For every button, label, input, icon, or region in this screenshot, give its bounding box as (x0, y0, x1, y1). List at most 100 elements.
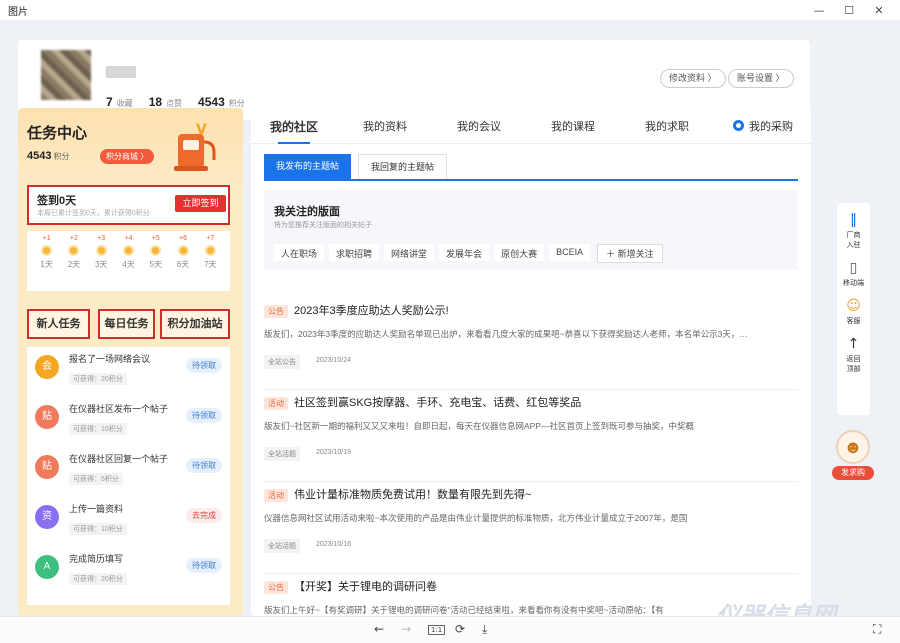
tab-my-meetings[interactable]: 我的会议 (457, 118, 501, 134)
subtab-my-posts[interactable]: 我发布的主题帖 (264, 154, 352, 179)
task-center: 任务中心 4543 积分 积分商城 〉 V 签到0天 本周已累计签到0天，累计获得… (18, 108, 243, 616)
claim-button[interactable]: 待领取 (186, 358, 222, 373)
next-button[interactable]: → (401, 622, 411, 636)
mobile-entry[interactable]: ▯ 移动端 (843, 260, 864, 289)
task-name: 上传一篇资料 (69, 504, 124, 514)
window-title: 图片 (8, 6, 28, 18)
svg-text:V: V (196, 122, 207, 138)
floating-sidebar: ‖ 厂商 入驻 ▯ 移动端 ☺ 客服 ↑ 返回 顶部 (837, 203, 870, 415)
task-item: 资 上传一篇资料 可获得：10积分 去完成 (27, 497, 230, 547)
fullscreen-button[interactable]: ⛶ (873, 622, 881, 637)
task-name: 在仪器社区回复一个帖子 (69, 454, 169, 464)
stat-points: 4543 积分 (198, 95, 245, 109)
sign-in-box: 签到0天 本周已累计签到0天，累计获得0积分 立即签到 (27, 185, 230, 225)
claim-button[interactable]: 待领取 (186, 458, 222, 473)
post-date: 2023/10/19 (316, 449, 352, 456)
service-icon: ☺ (846, 298, 861, 314)
post-item[interactable]: 活动 社区签到赢SKG按摩器、手环、充电宝、话费、红包等奖品 版友们~社区新一期… (264, 390, 798, 482)
sign-in-days-row: +1 1天 +2 2天 +3 3天 +4 4天 +5 5天 +6 6天 +7 7天 (27, 231, 230, 291)
complete-button[interactable]: 去完成 (186, 508, 222, 523)
post-title[interactable]: 【开奖】关于锂电的调研问卷 (294, 578, 437, 594)
customer-service[interactable]: ☺ 客服 (846, 298, 861, 327)
post-desc: 仪器信息网社区试用活动来啦~本次使用的产品是由伟业计量提供的标准物质，北方伟业计… (264, 513, 688, 523)
tab-newbie-tasks[interactable]: 新人任务 (27, 309, 90, 339)
coin-icon (150, 245, 162, 256)
board-tag[interactable]: BCEIA (549, 244, 591, 261)
rotate-button[interactable]: ⟳ (455, 622, 465, 636)
post-purchase-button[interactable]: ☻ 发求购 (832, 430, 874, 494)
points-balance: 4543 积分 (27, 150, 70, 162)
task-item: A 完成简历填写 可获得：20积分 待领取 (27, 547, 230, 597)
coin-icon (95, 245, 107, 256)
back-to-top[interactable]: ↑ 返回 顶部 (847, 336, 861, 375)
post-item[interactable]: 公告 2023年3季度应助达人奖励公示! 版友们，2023年3季度的应助达人奖励… (264, 298, 798, 390)
board-tag[interactable]: 求职招聘 (329, 244, 380, 261)
arrow-up-icon: ↑ (847, 336, 860, 352)
actual-size-button[interactable]: 1:1 (428, 625, 446, 635)
tab-points-station[interactable]: 积分加油站 (160, 309, 230, 339)
post-item[interactable]: 活动 伟业计量标准物质免费试用！数量有限先到先得~ 仪器信息网社区试用活动来啦~… (264, 482, 798, 574)
task-reward: 可获得：5积分 (69, 473, 123, 485)
post-category: 全站活题 (264, 539, 300, 553)
points-mall-button[interactable]: 积分商城 〉 (100, 149, 155, 164)
post-badge: 公告 (264, 305, 288, 318)
tab-my-jobs[interactable]: 我的求职 (645, 118, 689, 134)
vendor-entry[interactable]: ‖ 厂商 入驻 (847, 212, 861, 251)
account-settings-button[interactable]: 账号设置 〉 (728, 69, 794, 88)
task-center-title: 任务中心 (27, 125, 88, 142)
sign-in-days: 签到0天 (37, 195, 77, 207)
board-tag[interactable]: 网络讲堂 (384, 244, 435, 261)
coin-icon (41, 245, 53, 256)
post-title[interactable]: 2023年3季度应助达人奖励公示! (294, 302, 449, 318)
tab-daily-tasks[interactable]: 每日任务 (98, 309, 155, 339)
task-reward: 可获得：20积分 (69, 373, 127, 385)
previous-button[interactable]: ← (374, 622, 384, 636)
claim-button[interactable]: 待领取 (186, 558, 222, 573)
post-desc: 版友们~社区新一期的福利又又又来啦！自即日起，每天在仪器信息网APP—社区首页上… (264, 421, 694, 431)
task-name: 完成简历填写 (69, 554, 124, 564)
board-tag[interactable]: 人在职场 (274, 244, 325, 261)
reply-icon: 贴 (35, 455, 59, 479)
task-name: 报名了一场网络会议 (69, 354, 151, 364)
post-date: 2023/10/24 (316, 357, 352, 364)
username-placeholder (106, 66, 136, 78)
minimize-button[interactable]: — (804, 4, 834, 17)
window-titlebar: 图片 — ☐ ✕ (0, 0, 900, 20)
close-button[interactable]: ✕ (864, 4, 894, 17)
task-list: 会 报名了一场网络会议 可获得：20积分 待领取 贴 在仪器社区发布一个帖子 可… (27, 347, 230, 605)
gas-pump-illustration-icon: V (174, 122, 216, 171)
tab-my-purchases[interactable]: 我的采购 (733, 118, 793, 134)
followed-boards: 我关注的版面 将为您推荐关注版面的相关帖子 人在职场 求职招聘 网络讲堂 发展年… (264, 190, 798, 270)
post-title[interactable]: 伟业计量标准物质免费试用！数量有限先到先得~ (294, 486, 531, 502)
task-item: 会 报名了一场网络会议 可获得：20积分 待领取 (27, 347, 230, 397)
edit-profile-button[interactable]: 修改资料 〉 (660, 69, 726, 88)
task-reward: 可获得：10积分 (69, 423, 127, 435)
tab-my-courses[interactable]: 我的课程 (551, 118, 595, 134)
download-button[interactable]: ⤓ (482, 622, 487, 637)
day-4: +4 4天 (122, 235, 135, 269)
image-viewer: 7 收藏 18 点赞 4543 积分 修改资料 〉 账号设置 〉 任务中心 4543 积… (0, 20, 900, 630)
coin-icon (204, 245, 216, 256)
post-title[interactable]: 社区签到赢SKG按摩器、手环、充电宝、话费、红包等奖品 (294, 394, 581, 410)
coin-icon (177, 245, 189, 256)
subtab-my-replies[interactable]: 我回复的主题帖 (358, 154, 448, 179)
profile-stats: 7 收藏 18 点赞 4543 积分 (106, 95, 245, 109)
post-category: 全站公告 (264, 355, 300, 369)
maximize-button[interactable]: ☐ (834, 4, 864, 17)
post-badge: 活动 (264, 489, 288, 502)
coin-icon (68, 245, 80, 256)
sign-in-summary: 本周已累计签到0天，累计获得0积分 (37, 210, 150, 217)
board-tags: 人在职场 求职招聘 网络讲堂 发展年会 原创大赛 BCEIA ＋ 新增关注 (274, 244, 663, 263)
post-badge: 活动 (264, 397, 288, 410)
board-tag[interactable]: 发展年会 (439, 244, 490, 261)
sign-in-button[interactable]: 立即签到 (175, 195, 226, 212)
coin-icon (122, 245, 134, 256)
board-tag[interactable]: 原创大赛 (494, 244, 545, 261)
avatar (41, 50, 91, 100)
add-follow-button[interactable]: ＋ 新增关注 (597, 244, 663, 263)
tab-my-community[interactable]: 我的社区 (270, 118, 318, 144)
claim-button[interactable]: 待领取 (186, 408, 222, 423)
tab-my-materials[interactable]: 我的资料 (363, 118, 407, 134)
stat-favorites: 7 收藏 (106, 95, 133, 109)
document-icon: 资 (35, 505, 59, 529)
